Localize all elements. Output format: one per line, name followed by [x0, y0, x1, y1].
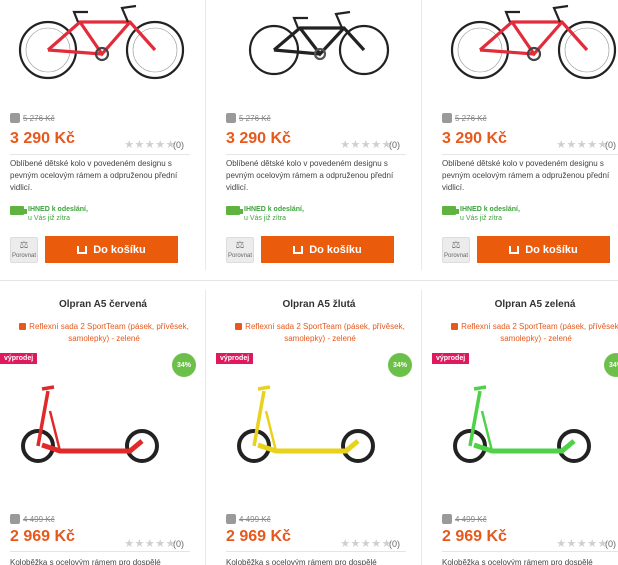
- divider: [442, 154, 618, 155]
- bike-image[interactable]: [10, 0, 196, 84]
- price-tag-icon: [442, 514, 452, 524]
- rating-count: (0): [605, 539, 616, 549]
- scales-icon: ⚖: [19, 240, 29, 251]
- truck-icon: [10, 206, 27, 215]
- product-row-top: 5 276 Kč 3 290 Kč ★★★★★ (0) Oblíbené dět…: [0, 0, 618, 270]
- price-tag-icon: [10, 113, 20, 123]
- old-price: 4 499 Kč: [10, 514, 55, 524]
- product-title[interactable]: Olpran A5 červená: [0, 299, 206, 310]
- scales-icon: ⚖: [235, 240, 245, 251]
- product-card[interactable]: 5 276 Kč 3 290 Kč ★★★★★ (0) Oblíbené dět…: [432, 0, 618, 270]
- old-price: 5 276 Kč: [442, 113, 487, 123]
- stock-status: IHNED k odeslání, u Vás již zítra: [10, 205, 88, 223]
- truck-icon: [442, 206, 459, 215]
- discount-badge: 34%: [388, 353, 412, 377]
- price-tag-icon: [10, 514, 20, 524]
- price: 3 290 Kč: [442, 130, 507, 147]
- rating-count: (0): [605, 140, 616, 150]
- rating-stars[interactable]: ★★★★★: [124, 537, 176, 550]
- rating-count: (0): [173, 140, 184, 150]
- sale-badge: výprodej: [0, 353, 38, 364]
- price-tag-icon: [226, 514, 236, 524]
- product-title[interactable]: Olpran A5 žlutá: [216, 299, 422, 310]
- compare-button[interactable]: ⚖ Porovnat: [10, 237, 38, 263]
- old-price: 5 276 Kč: [226, 113, 271, 123]
- cart-icon: [77, 245, 88, 254]
- price: 2 969 Kč: [226, 528, 291, 545]
- scooter-drawing: [453, 385, 591, 463]
- scooter-image[interactable]: [236, 381, 382, 471]
- discount-badge: 34%: [172, 353, 196, 377]
- product-description: Oblíbené dětské kolo v povedeném designu…: [226, 159, 394, 192]
- scooter-drawing: [237, 385, 375, 463]
- bike-drawing: [248, 10, 390, 76]
- column-divider: [205, 0, 206, 270]
- scooter-image[interactable]: [20, 381, 166, 471]
- cart-icon: [293, 245, 304, 254]
- rating-count: (0): [389, 539, 400, 549]
- product-card[interactable]: 5 276 Kč 3 290 Kč ★★★★★ (0) Oblíbené dět…: [216, 0, 422, 270]
- gift-promo: Reflexní sada 2 SportTeam (pásek, přívěs…: [446, 321, 618, 345]
- scooter-image[interactable]: [452, 381, 598, 471]
- old-price: 4 499 Kč: [442, 514, 487, 524]
- stock-status: IHNED k odeslání, u Vás již zítra: [442, 205, 520, 223]
- product-title[interactable]: Olpran A5 zelená: [432, 299, 618, 310]
- product-card[interactable]: Olpran A5 zelená Reflexní sada 2 SportTe…: [432, 281, 618, 565]
- product-card[interactable]: Olpran A5 žlutá Reflexní sada 2 SportTea…: [216, 281, 422, 565]
- add-to-cart-button[interactable]: Do košíku: [477, 236, 610, 263]
- divider: [226, 551, 406, 552]
- product-row-bottom: Olpran A5 červená Reflexní sada 2 SportT…: [0, 281, 618, 565]
- rating-stars[interactable]: ★★★★★: [556, 138, 608, 151]
- sale-badge: výprodej: [216, 353, 254, 364]
- price-tag-icon: [226, 113, 236, 123]
- old-price: 5 276 Kč: [10, 113, 55, 123]
- column-divider: [421, 0, 422, 270]
- bike-image[interactable]: [442, 0, 618, 84]
- rating-stars[interactable]: ★★★★★: [340, 537, 392, 550]
- gift-icon: [235, 323, 243, 330]
- rating-stars[interactable]: ★★★★★: [124, 138, 176, 151]
- price-tag-icon: [442, 113, 452, 123]
- cart-icon: [509, 245, 520, 254]
- discount-badge: 34%: [604, 353, 618, 377]
- product-description: Koloběžka s ocelovým rámem pro dospělé: [442, 558, 593, 565]
- product-description: Koloběžka s ocelovým rámem pro dospělé: [10, 558, 161, 565]
- product-description: Koloběžka s ocelovým rámem pro dospělé: [226, 558, 377, 565]
- divider: [10, 551, 190, 552]
- rating-stars[interactable]: ★★★★★: [340, 138, 392, 151]
- price: 2 969 Kč: [10, 528, 75, 545]
- bike-drawing: [450, 4, 617, 80]
- old-price: 4 499 Kč: [226, 514, 271, 524]
- divider: [226, 154, 406, 155]
- compare-button[interactable]: ⚖ Porovnat: [226, 237, 254, 263]
- gift-icon: [19, 323, 27, 330]
- bike-drawing: [18, 4, 185, 80]
- scales-icon: ⚖: [451, 240, 461, 251]
- scooter-drawing: [21, 385, 159, 463]
- bike-image[interactable]: [226, 0, 412, 84]
- stock-status: IHNED k odeslání, u Vás již zítra: [226, 205, 304, 223]
- product-description: Oblíbené dětské kolo v povedeném designu…: [442, 159, 610, 192]
- product-description: Oblíbené dětské kolo v povedeném designu…: [10, 159, 178, 192]
- add-to-cart-button[interactable]: Do košíku: [261, 236, 394, 263]
- gift-icon: [451, 323, 459, 330]
- product-card[interactable]: 5 276 Kč 3 290 Kč ★★★★★ (0) Oblíbené dět…: [0, 0, 206, 270]
- divider: [442, 551, 618, 552]
- price: 3 290 Kč: [10, 130, 75, 147]
- product-card[interactable]: Olpran A5 červená Reflexní sada 2 SportT…: [0, 281, 206, 565]
- compare-button[interactable]: ⚖ Porovnat: [442, 237, 470, 263]
- gift-promo: Reflexní sada 2 SportTeam (pásek, přívěs…: [14, 321, 194, 345]
- truck-icon: [226, 206, 243, 215]
- gift-promo: Reflexní sada 2 SportTeam (pásek, přívěs…: [230, 321, 410, 345]
- rating-stars[interactable]: ★★★★★: [556, 537, 608, 550]
- price: 3 290 Kč: [226, 130, 291, 147]
- price: 2 969 Kč: [442, 528, 507, 545]
- divider: [10, 154, 190, 155]
- sale-badge: výprodej: [432, 353, 470, 364]
- rating-count: (0): [173, 539, 184, 549]
- add-to-cart-button[interactable]: Do košíku: [45, 236, 178, 263]
- rating-count: (0): [389, 140, 400, 150]
